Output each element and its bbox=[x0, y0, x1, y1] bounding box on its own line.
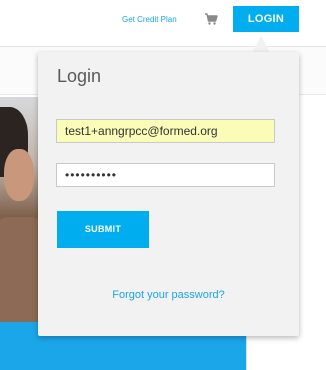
hero-photo-face bbox=[4, 149, 34, 201]
forgot-password-link[interactable]: Forgot your password? bbox=[38, 289, 299, 301]
submit-button[interactable]: SUBMIT bbox=[57, 211, 149, 248]
popup-caret bbox=[252, 36, 270, 53]
email-field[interactable] bbox=[56, 119, 275, 143]
cart-icon[interactable] bbox=[204, 12, 218, 26]
hero-photo-shirt bbox=[0, 217, 38, 322]
popup-title: Login bbox=[57, 66, 102, 86]
login-popup: Login SUBMIT Forgot your password? bbox=[38, 52, 299, 336]
get-credit-plan-link[interactable]: Get Credit Plan bbox=[122, 15, 177, 24]
top-header: Get Credit Plan LOGIN bbox=[0, 0, 326, 47]
password-field[interactable] bbox=[56, 163, 275, 187]
login-button[interactable]: LOGIN bbox=[233, 6, 299, 32]
hero-photo bbox=[0, 97, 38, 322]
